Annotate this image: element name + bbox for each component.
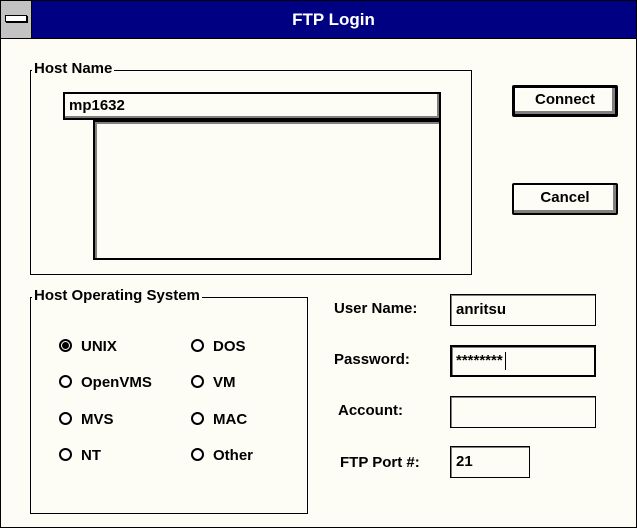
radio-mac-circle — [191, 412, 204, 425]
radio-nt-circle — [59, 448, 72, 461]
user-name-label: User Name: — [334, 300, 418, 317]
system-menu-icon[interactable] — [1, 1, 32, 38]
radio-openvms-circle — [59, 375, 72, 388]
radio-nt-label: NT — [81, 447, 101, 464]
cancel-button[interactable]: Cancel — [512, 183, 618, 215]
radio-selected-dot — [62, 342, 69, 349]
host-name-input[interactable]: mp1632 — [63, 92, 441, 120]
window-title: FTP Login — [292, 10, 375, 29]
radio-mvs-label: MVS — [81, 411, 114, 428]
radio-mvs-circle — [59, 412, 72, 425]
radio-dos-circle — [191, 339, 204, 352]
password-label: Password: — [334, 351, 410, 368]
radio-mac-label: MAC — [213, 411, 248, 428]
user-name-input[interactable]: anritsu — [450, 294, 596, 326]
text-caret — [504, 352, 506, 371]
host-os-group — [30, 297, 308, 514]
radio-vm-circle — [191, 375, 204, 388]
radio-vm-label: VM — [213, 374, 236, 391]
host-name-label: Host Name — [32, 60, 115, 78]
title-bar: FTP Login — [1, 1, 636, 39]
radio-openvms-label: OpenVMS — [81, 374, 152, 391]
account-label: Account: — [338, 402, 403, 419]
radio-other-label: Other — [213, 447, 254, 464]
radio-unix-label: UNIX — [81, 338, 117, 355]
ftp-login-dialog: FTP Login Host Name mp1632 Connect Cance… — [0, 0, 637, 528]
host-name-history-list[interactable] — [93, 120, 441, 260]
connect-button[interactable]: Connect — [512, 85, 618, 117]
ftp-port-input[interactable]: 21 — [450, 446, 530, 478]
ftp-port-label: FTP Port #: — [340, 454, 420, 471]
password-input[interactable]: ******** — [450, 345, 596, 377]
radio-dos-label: DOS — [213, 338, 246, 355]
host-os-label: Host Operating System — [32, 287, 202, 305]
account-input[interactable] — [450, 396, 596, 428]
password-masked-value: ******** — [456, 352, 503, 369]
radio-other-circle — [191, 448, 204, 461]
